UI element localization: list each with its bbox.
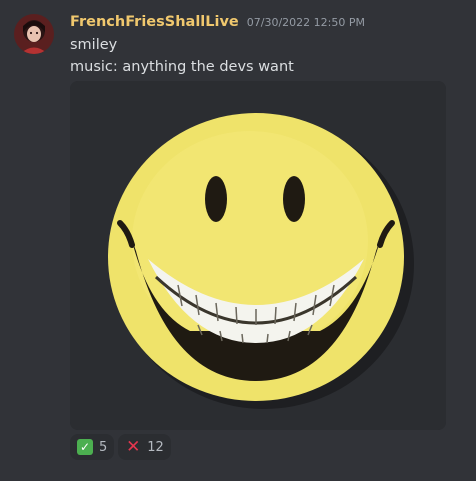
reaction-cross[interactable]: ✕ 12 [118,434,171,460]
avatar-image [14,14,54,54]
reaction-check[interactable]: ✓ 5 [70,434,115,460]
user-avatar[interactable] [14,14,54,54]
reaction-count: 12 [147,439,164,455]
message-header: FrenchFriesShallLive 07/30/2022 12:50 PM [70,14,365,34]
chat-message: FrenchFriesShallLive 07/30/2022 12:50 PM… [0,0,476,481]
message-text-line: smiley [70,37,118,53]
reaction-count: 5 [99,439,108,455]
message-timestamp: 07/30/2022 12:50 PM [246,16,365,29]
white-check-mark-icon: ✓ [77,439,93,455]
message-text-line: music: anything the devs want [70,59,294,75]
smiley-face-image [70,81,446,430]
cross-mark-icon: ✕ [126,436,141,457]
reaction-bar: ✓ 5 ✕ 12 [70,434,171,460]
username[interactable]: FrenchFriesShallLive [70,14,239,30]
image-attachment[interactable] [70,81,446,430]
